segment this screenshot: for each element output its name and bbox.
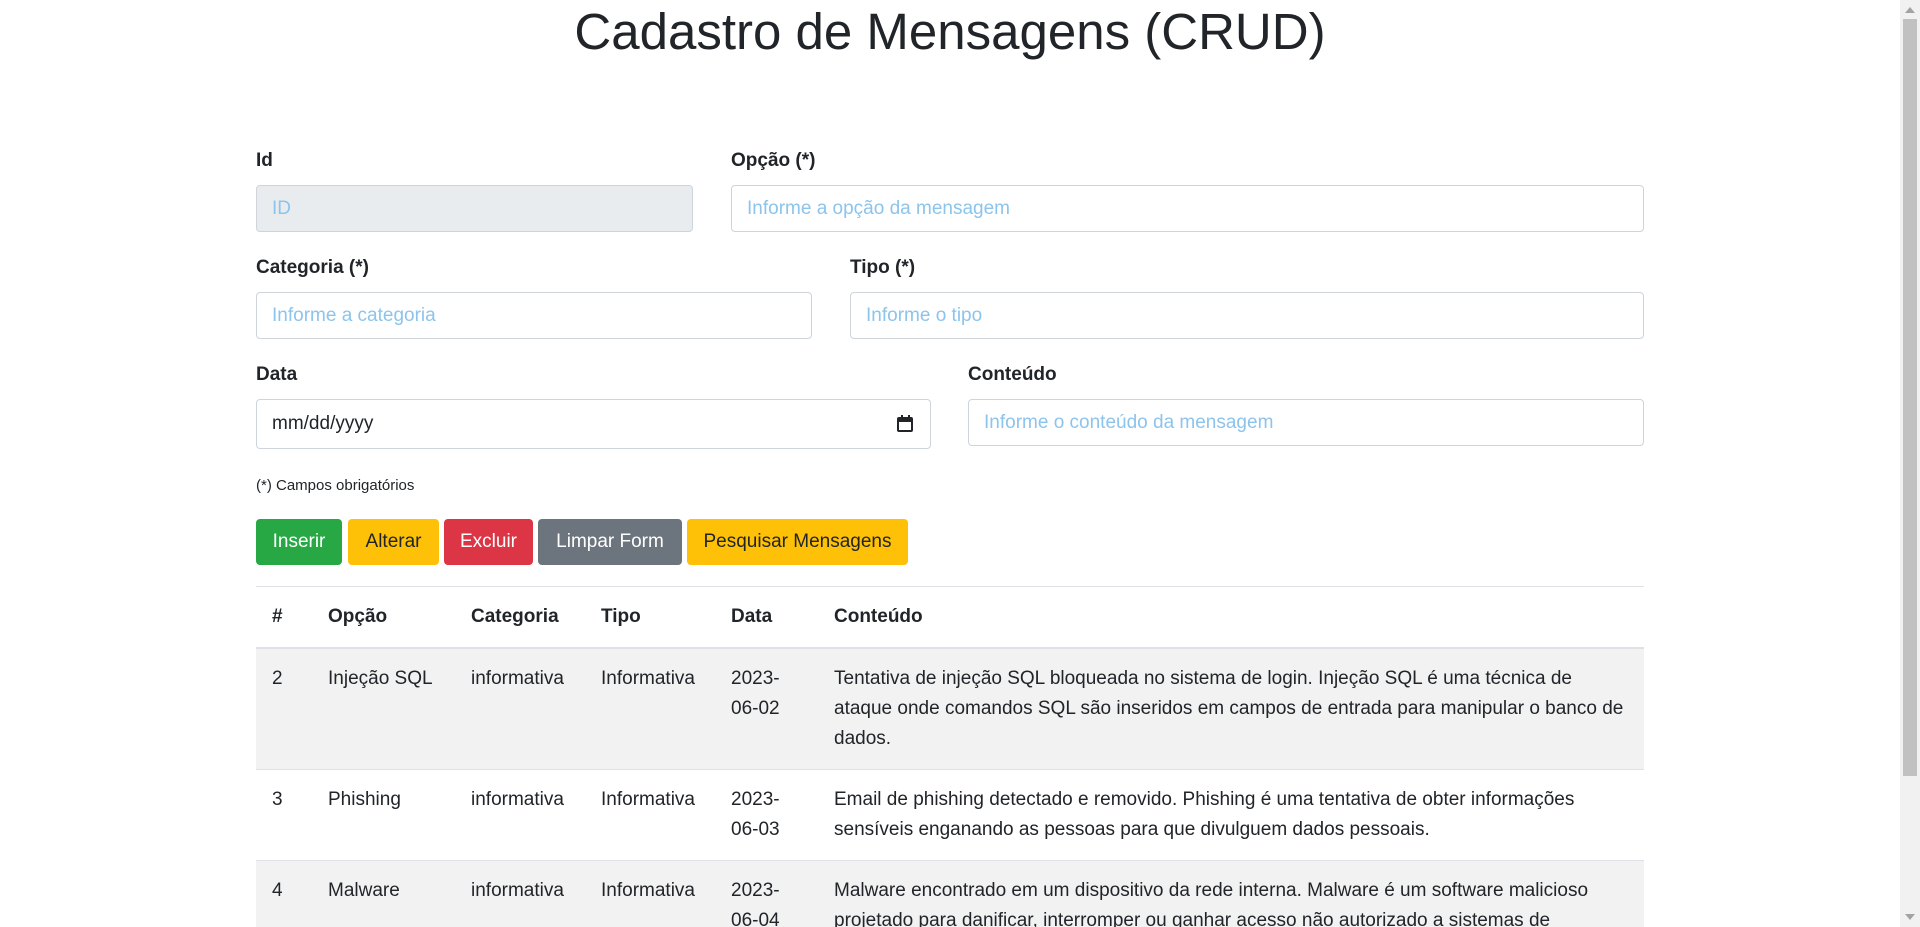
cell-data-line2: 06-04	[731, 910, 780, 927]
cell-data-line1: 2023-	[731, 789, 780, 810]
tipo-label: Tipo (*)	[850, 257, 916, 278]
cell-data: 2023- 06-02	[715, 647, 818, 770]
cell-conteudo: Malware encontrado em um dispositivo da …	[818, 860, 1644, 927]
opcao-input[interactable]	[731, 185, 1644, 232]
page: Cadastro de Mensagens (CRUD) Id Opção (*…	[0, 0, 1900, 927]
cell-tipo: Informativa	[585, 647, 715, 770]
data-value: mm/dd/yyyy	[272, 413, 374, 434]
page-title: Cadastro de Mensagens (CRUD)	[574, 3, 1326, 60]
cell-conteudo: Email de phishing detectado e removido. …	[818, 769, 1644, 861]
col-header-data: Data	[715, 586, 818, 649]
table-header-row: # Opção Categoria Tipo Data Conteúdo	[256, 586, 1644, 649]
cell-id: 2	[256, 647, 312, 770]
scroll-down-arrow-icon[interactable]	[1905, 914, 1915, 920]
cell-categoria: informativa	[455, 860, 585, 927]
cell-tipo: Informativa	[585, 769, 715, 861]
scroll-up-arrow-icon[interactable]	[1905, 7, 1915, 13]
categoria-input[interactable]	[256, 292, 812, 339]
conteudo-input[interactable]	[968, 399, 1644, 446]
vertical-scrollbar[interactable]	[1900, 0, 1920, 927]
table-row[interactable]: 4 Malware informativa Informativa 2023- 0…	[256, 860, 1644, 927]
opcao-label: Opção (*)	[731, 150, 816, 171]
table-row[interactable]: 2 Injeção SQL informativa Informativa 20…	[256, 647, 1644, 770]
cell-data-line2: 06-02	[731, 698, 780, 719]
col-header-categoria: Categoria	[455, 586, 585, 649]
cell-opcao: Phishing	[312, 769, 455, 861]
tipo-input[interactable]	[850, 292, 1644, 339]
cell-conteudo: Tentativa de injeção SQL bloqueada no si…	[818, 647, 1644, 770]
table-row[interactable]: 3 Phishing informativa Informativa 2023-…	[256, 769, 1644, 861]
col-header-opcao: Opção	[312, 586, 455, 649]
cell-categoria: informativa	[455, 647, 585, 770]
categoria-label: Categoria (*)	[256, 257, 369, 278]
mensagens-table: # Opção Categoria Tipo Data Conteúdo 2 I…	[256, 586, 1644, 927]
id-input[interactable]	[256, 185, 693, 232]
cell-id: 4	[256, 860, 312, 927]
cell-data: 2023- 06-04	[715, 860, 818, 927]
cell-data: 2023- 06-03	[715, 769, 818, 861]
scrollbar-thumb[interactable]	[1903, 19, 1917, 776]
alterar-button[interactable]: Alterar	[348, 519, 439, 565]
id-label: Id	[256, 150, 273, 171]
inserir-button[interactable]: Inserir	[256, 519, 342, 565]
col-header-id: #	[256, 586, 312, 649]
cell-tipo: Informativa	[585, 860, 715, 927]
col-header-conteudo: Conteúdo	[818, 586, 1644, 649]
conteudo-label: Conteúdo	[968, 364, 1057, 385]
cell-data-line1: 2023-	[731, 668, 780, 689]
cell-data-line1: 2023-	[731, 880, 780, 901]
excluir-button[interactable]: Excluir	[444, 519, 533, 565]
data-label: Data	[256, 364, 298, 385]
required-hint: (*) Campos obrigatórios	[256, 477, 415, 494]
data-input[interactable]: mm/dd/yyyy	[256, 399, 931, 449]
calendar-icon[interactable]	[897, 415, 915, 433]
cell-data-line2: 06-03	[731, 819, 780, 840]
cell-opcao: Injeção SQL	[312, 647, 455, 770]
pesquisar-mensagens-button[interactable]: Pesquisar Mensagens	[687, 519, 908, 565]
limpar-form-button[interactable]: Limpar Form	[538, 519, 682, 565]
cell-opcao: Malware	[312, 860, 455, 927]
col-header-tipo: Tipo	[585, 586, 715, 649]
cell-categoria: informativa	[455, 769, 585, 861]
cell-id: 3	[256, 769, 312, 861]
